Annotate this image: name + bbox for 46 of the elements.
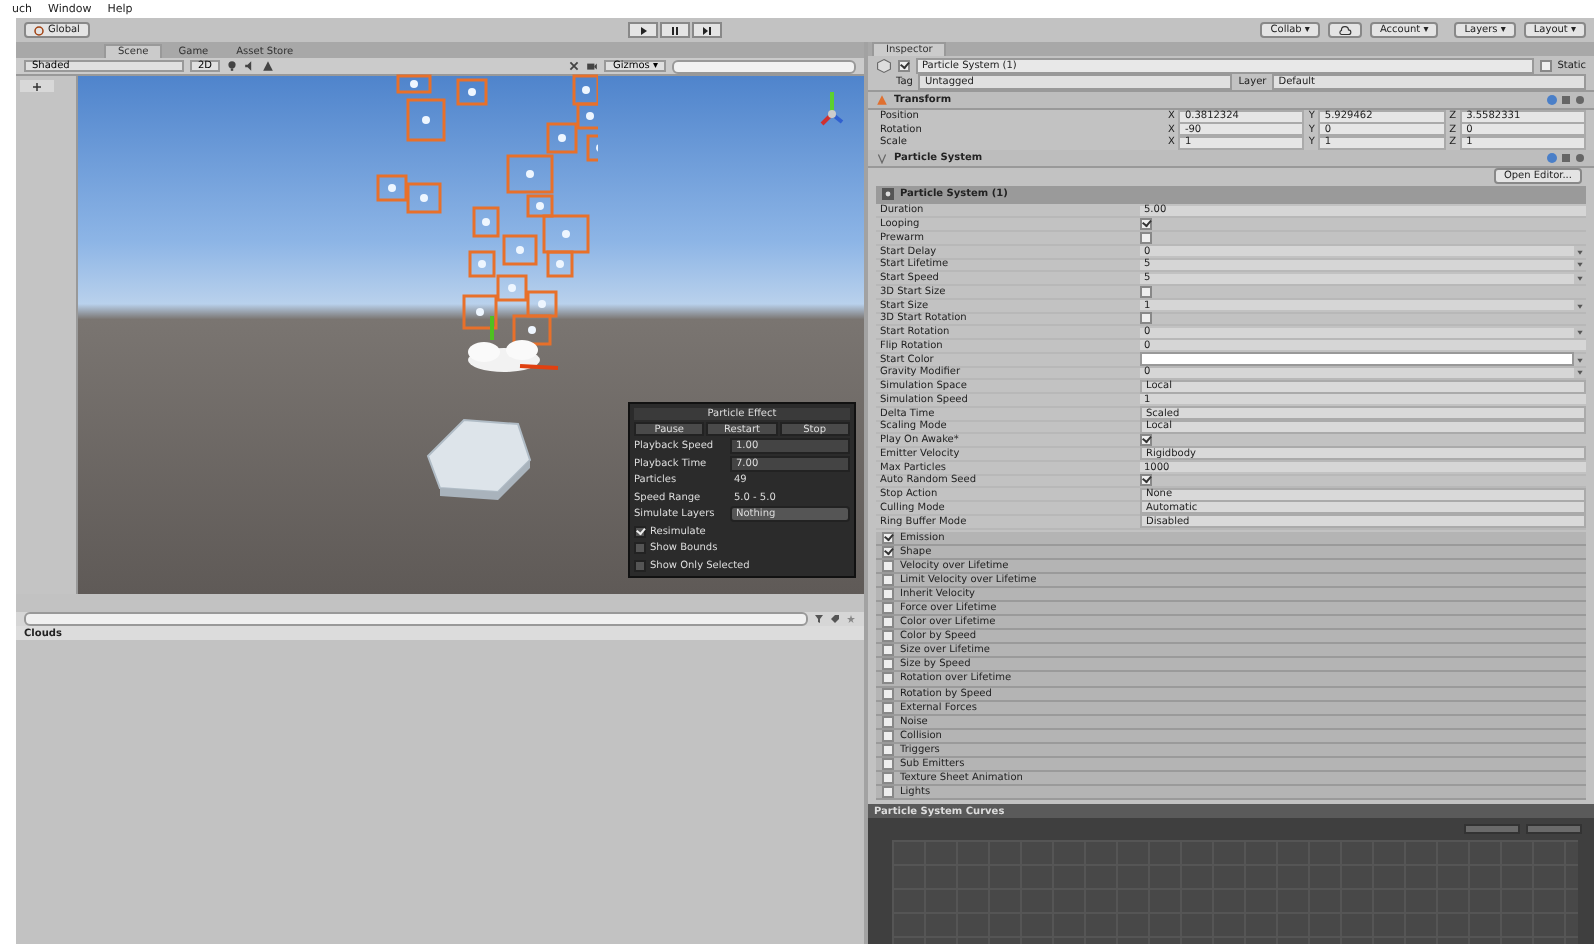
color-field[interactable]	[1140, 352, 1574, 367]
checkbox[interactable]	[882, 672, 894, 685]
component-tools-icon	[1546, 151, 1586, 163]
dropdown-arrow-icon	[1574, 328, 1586, 337]
step-button[interactable]	[692, 22, 723, 38]
camera-icon	[586, 60, 599, 72]
light-icon	[226, 60, 239, 72]
static-checkbox[interactable]	[1539, 59, 1552, 71]
component-tools-icon	[1546, 94, 1586, 106]
transform-icon	[876, 94, 888, 106]
tools-icon	[568, 60, 581, 72]
checkbox[interactable]	[1140, 434, 1152, 447]
checkbox[interactable]	[634, 542, 646, 554]
checkbox[interactable]	[882, 758, 894, 771]
checkbox[interactable]	[882, 616, 894, 629]
play-icon	[638, 25, 649, 35]
pause-icon	[670, 25, 681, 35]
star-icon	[846, 614, 856, 624]
cloud-icon	[1337, 25, 1352, 35]
checkbox[interactable]	[882, 786, 894, 799]
create-button[interactable]	[20, 80, 54, 92]
pause-button[interactable]	[660, 22, 691, 38]
play-button[interactable]	[628, 22, 659, 38]
checkbox[interactable]	[882, 772, 894, 785]
module-icon	[882, 188, 894, 200]
step-icon	[702, 25, 713, 35]
checkbox[interactable]	[1140, 218, 1152, 231]
curve-button[interactable]	[1526, 824, 1582, 835]
enabled-checkbox[interactable]	[898, 59, 910, 71]
dropdown-arrow-icon	[1574, 301, 1586, 310]
hexagon-platform-drawing	[426, 418, 532, 502]
checkbox[interactable]	[634, 559, 646, 571]
checkbox[interactable]	[634, 525, 646, 537]
checkbox[interactable]	[882, 658, 894, 671]
search-field[interactable]	[24, 612, 808, 626]
checkbox[interactable]	[882, 630, 894, 643]
checkbox[interactable]	[882, 644, 894, 657]
checkbox[interactable]	[1140, 312, 1152, 325]
checkbox[interactable]	[1140, 474, 1152, 487]
plus-icon	[32, 82, 42, 92]
curve-button[interactable]	[1464, 824, 1520, 835]
search-field[interactable]	[672, 59, 856, 73]
cloud-button[interactable]	[1327, 22, 1362, 38]
checkbox[interactable]	[882, 602, 894, 615]
checkbox[interactable]	[882, 531, 894, 544]
globe-icon	[34, 25, 44, 35]
